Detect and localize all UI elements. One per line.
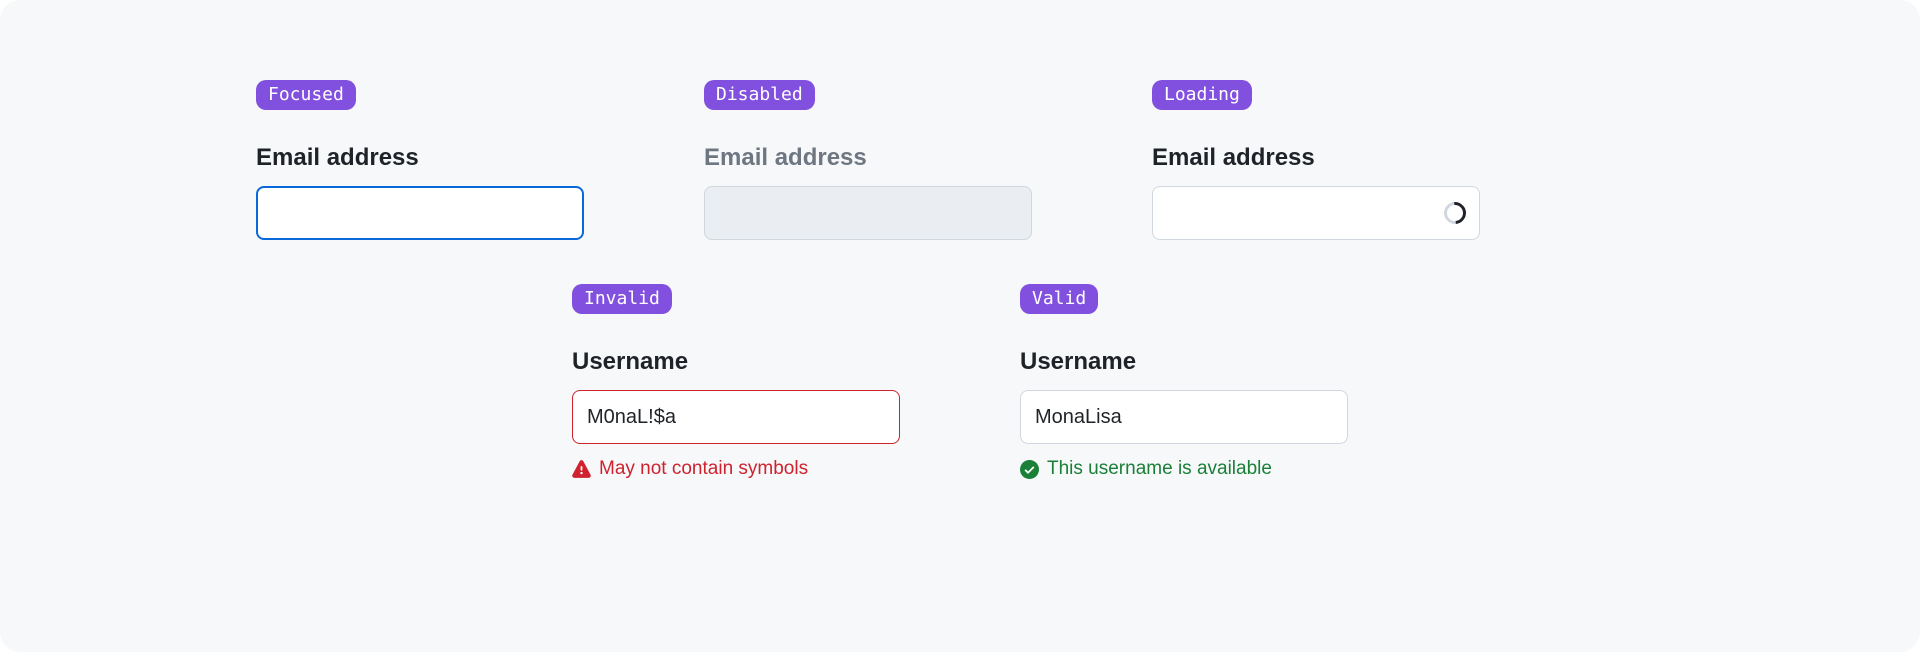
state-badge-disabled: Disabled [704,80,815,110]
email-input-loading[interactable] [1152,186,1480,240]
email-input-disabled [704,186,1032,240]
label-username-valid: Username [1020,348,1348,376]
example-valid: Valid Username This username is availabl… [1020,284,1348,480]
row-1: Focused Email address Disabled Email add… [256,80,1664,240]
example-disabled: Disabled Email address [704,80,1032,240]
example-invalid: Invalid Username May not contain symbols [572,284,900,480]
label-email-loading: Email address [1152,144,1480,172]
alert-triangle-icon [572,460,591,479]
check-circle-icon [1020,460,1039,479]
state-badge-valid: Valid [1020,284,1098,314]
validation-error-text: May not contain symbols [599,458,808,480]
email-input-focused[interactable] [256,186,584,240]
state-badge-focused: Focused [256,80,356,110]
state-badge-loading: Loading [1152,80,1252,110]
example-loading: Loading Email address [1152,80,1480,240]
label-email-disabled: Email address [704,144,1032,172]
row-2: Invalid Username May not contain symbols… [256,284,1664,480]
state-badge-invalid: Invalid [572,284,672,314]
validation-success: This username is available [1020,458,1348,480]
username-input-invalid[interactable] [572,390,900,444]
label-email-focused: Email address [256,144,584,172]
validation-error: May not contain symbols [572,458,900,480]
label-username-invalid: Username [572,348,900,376]
canvas: Focused Email address Disabled Email add… [0,0,1920,652]
input-wrapper-loading [1152,186,1480,240]
validation-success-text: This username is available [1047,458,1272,480]
example-focused: Focused Email address [256,80,584,240]
username-input-valid[interactable] [1020,390,1348,444]
